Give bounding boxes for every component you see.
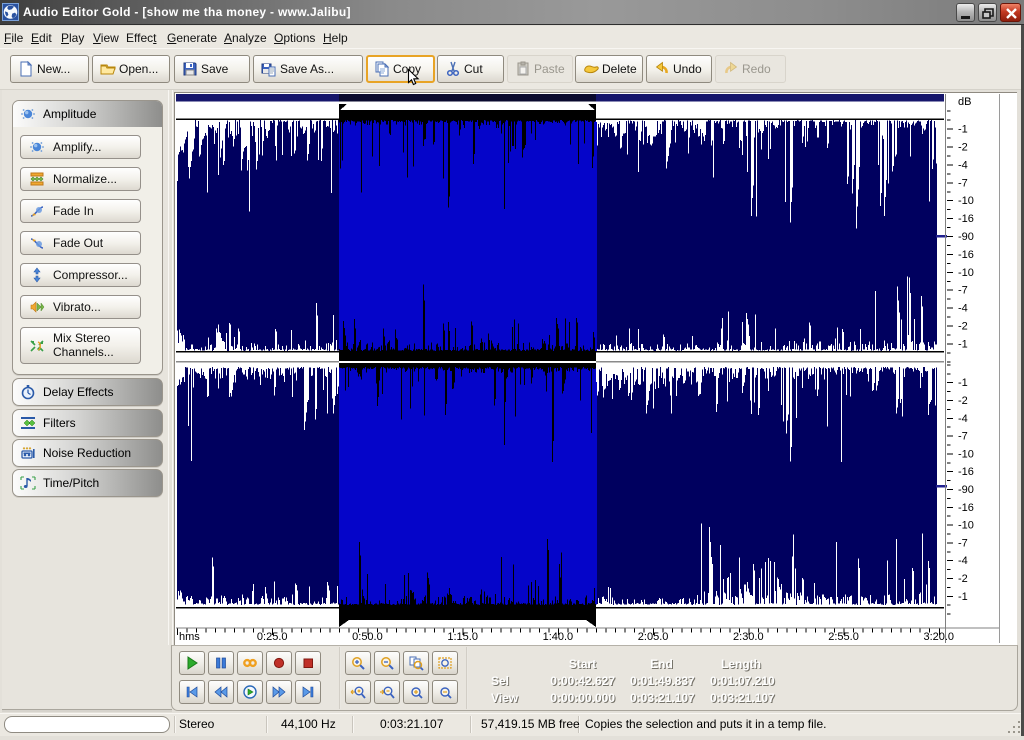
svg-text:-7: -7 (958, 537, 968, 549)
svg-text:-4: -4 (958, 555, 968, 567)
svg-text:-2: -2 (958, 142, 968, 154)
svg-text:-16: -16 (958, 466, 974, 478)
svg-text:hms: hms (179, 631, 200, 643)
svg-text:2:30.0: 2:30.0 (733, 631, 764, 643)
svg-text:-4: -4 (958, 413, 968, 425)
svg-text:-4: -4 (958, 303, 968, 315)
svg-text:-7: -7 (958, 177, 968, 189)
svg-text:-1: -1 (958, 338, 968, 350)
svg-text:-10: -10 (958, 267, 974, 279)
svg-text:1:15.0: 1:15.0 (447, 631, 478, 643)
svg-text:2:55.0: 2:55.0 (828, 631, 859, 643)
svg-text:-90: -90 (958, 484, 974, 496)
svg-text:0:25.0: 0:25.0 (257, 631, 288, 643)
svg-text:-10: -10 (958, 195, 974, 207)
svg-text:-10: -10 (958, 520, 974, 532)
svg-text:-1: -1 (958, 377, 968, 389)
svg-text:-7: -7 (958, 431, 968, 443)
svg-text:2:05.0: 2:05.0 (638, 631, 669, 643)
svg-text:1:40.0: 1:40.0 (543, 631, 574, 643)
svg-text:-1: -1 (958, 124, 968, 136)
svg-text:-4: -4 (958, 159, 968, 171)
svg-text:0:50.0: 0:50.0 (352, 631, 383, 643)
svg-text:-10: -10 (958, 448, 974, 460)
svg-text:-16: -16 (958, 213, 974, 225)
svg-text:-7: -7 (958, 285, 968, 297)
svg-text:-16: -16 (958, 249, 974, 261)
svg-text:-90: -90 (958, 231, 974, 243)
svg-text:dB: dB (958, 96, 971, 108)
svg-text:3:20.0: 3:20.0 (923, 631, 954, 643)
svg-text:-2: -2 (958, 321, 968, 333)
svg-text:-1: -1 (958, 591, 968, 603)
svg-text:-16: -16 (958, 502, 974, 514)
svg-text:-2: -2 (958, 573, 968, 585)
svg-text:-2: -2 (958, 395, 968, 407)
